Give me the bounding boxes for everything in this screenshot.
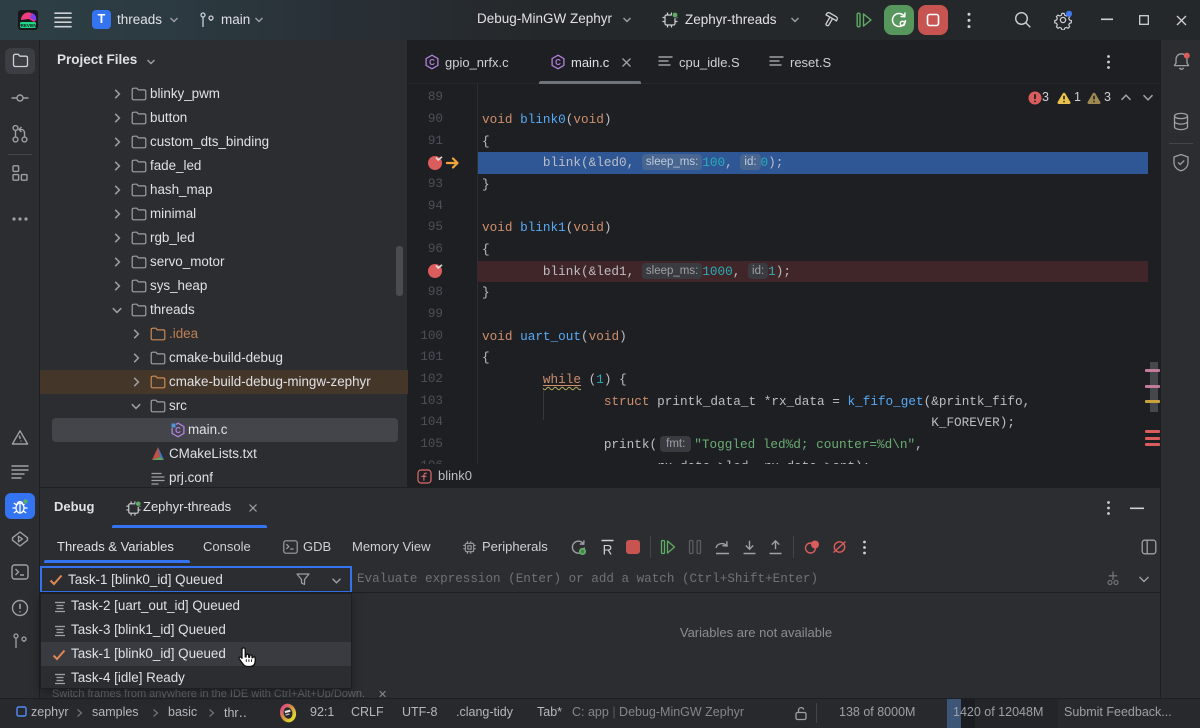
svg-text:C: C bbox=[175, 426, 181, 435]
svg-text:PREVIEW: PREVIEW bbox=[18, 23, 39, 28]
svg-text:R: R bbox=[603, 543, 613, 557]
